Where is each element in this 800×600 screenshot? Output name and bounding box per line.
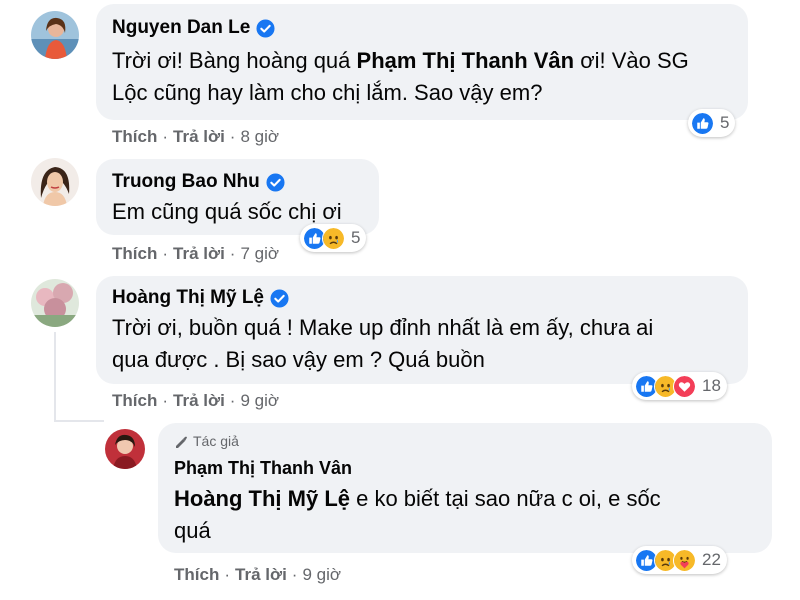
comment-text-segment: quá	[174, 518, 211, 543]
comment-text: Trời ơi! Bàng hoàng quá Phạm Thị Thanh V…	[112, 45, 689, 109]
reaction-count: 5	[720, 113, 730, 132]
comment-text-segment: qua được . Bị sao vậy em ? Quá buồn	[112, 347, 485, 372]
reaction-count: 5	[351, 228, 361, 247]
separator: ·	[229, 127, 236, 146]
reaction-summary[interactable]: 5	[300, 224, 367, 252]
author-name[interactable]: Truong Bao Nhu	[112, 171, 260, 193]
reply-button[interactable]: Trả lời	[235, 565, 287, 584]
reaction-summary[interactable]: 5	[688, 109, 736, 137]
comment-actions: Thích · Trả lời · 9 giờ	[174, 565, 341, 585]
comment-text-segment: e ko biết tại sao nữa c oi, e sốc	[350, 486, 661, 511]
timestamp[interactable]: 7 giờ	[240, 244, 279, 263]
comment-text: Em cũng quá sốc chị ơi	[112, 196, 342, 228]
like-button[interactable]: Thích	[112, 244, 157, 263]
separator: ·	[162, 127, 169, 146]
comment-author[interactable]: Hoàng Thị Mỹ Lệ	[112, 287, 289, 309]
care-reaction-icon	[673, 548, 696, 572]
comment-text-segment: Trời ơi, buồn quá ! Make up đỉnh nhất là…	[112, 315, 654, 340]
separator: ·	[291, 565, 298, 584]
reply-button[interactable]: Trả lời	[173, 244, 225, 263]
comment-text-segment: Trời ơi! Bàng hoàng quá	[112, 48, 357, 73]
reply-thread-line	[54, 420, 104, 422]
like-button[interactable]: Thích	[174, 565, 219, 584]
reaction-count: 22	[702, 550, 721, 569]
comment-author[interactable]: Truong Bao Nhu	[112, 171, 285, 193]
comment-text: Trời ơi, buồn quá ! Make up đỉnh nhất là…	[112, 312, 653, 376]
comment-author[interactable]: Nguyen Dan Le	[112, 17, 275, 39]
reaction-summary[interactable]: 22	[632, 546, 727, 574]
author-tag-label: Tác giả	[193, 433, 239, 449]
author-name[interactable]: Hoàng Thị Mỹ Lệ	[112, 287, 264, 309]
comment-text-segment: ơi! Vào SG	[574, 48, 689, 73]
avatar[interactable]	[31, 11, 79, 59]
reply-thread-line	[54, 332, 56, 422]
mention-link[interactable]: Phạm Thị Thanh Vân	[357, 48, 575, 73]
comment-thread: Nguyen Dan Le Trời ơi! Bàng hoàng quá Ph…	[0, 0, 800, 600]
verified-badge-icon	[270, 288, 289, 308]
like-button[interactable]: Thích	[112, 391, 157, 410]
like-reaction-icon	[691, 111, 714, 135]
verified-badge-icon	[256, 18, 275, 38]
verified-badge-icon	[266, 172, 285, 192]
quill-icon	[176, 436, 187, 448]
avatar[interactable]	[31, 158, 79, 206]
mention-link[interactable]: Hoàng Thị Mỹ Lệ	[174, 486, 350, 511]
timestamp[interactable]: 9 giờ	[302, 565, 341, 584]
separator: ·	[224, 565, 231, 584]
reply-button[interactable]: Trả lời	[173, 391, 225, 410]
comment-actions: Thích · Trả lời · 8 giờ	[112, 127, 279, 147]
comment-author[interactable]: Phạm Thị Thanh Vân	[174, 458, 352, 479]
separator: ·	[162, 244, 169, 263]
timestamp[interactable]: 8 giờ	[240, 127, 279, 146]
avatar[interactable]	[105, 429, 145, 469]
like-button[interactable]: Thích	[112, 127, 157, 146]
reply-button[interactable]: Trả lời	[173, 127, 225, 146]
reaction-count: 18	[702, 376, 721, 395]
comment-text: Hoàng Thị Mỹ Lệ e ko biết tại sao nữa c …	[174, 483, 661, 547]
comment-text-segment: Em cũng quá sốc chị ơi	[112, 199, 342, 224]
reaction-summary[interactable]: 18	[632, 372, 727, 400]
love-reaction-icon	[673, 374, 696, 398]
separator: ·	[229, 244, 236, 263]
avatar[interactable]	[31, 279, 79, 327]
separator: ·	[162, 391, 169, 410]
timestamp[interactable]: 9 giờ	[240, 391, 279, 410]
author-name[interactable]: Phạm Thị Thanh Vân	[174, 458, 352, 479]
author-badge: Tác giả	[174, 433, 239, 449]
sad-reaction-icon	[322, 226, 345, 250]
separator: ·	[229, 391, 236, 410]
comment-actions: Thích · Trả lời · 7 giờ	[112, 244, 279, 264]
comment-text-segment: Lộc cũng hay làm cho chị lắm. Sao vậy em…	[112, 80, 543, 105]
author-name[interactable]: Nguyen Dan Le	[112, 17, 250, 39]
comment-actions: Thích · Trả lời · 9 giờ	[112, 391, 279, 411]
